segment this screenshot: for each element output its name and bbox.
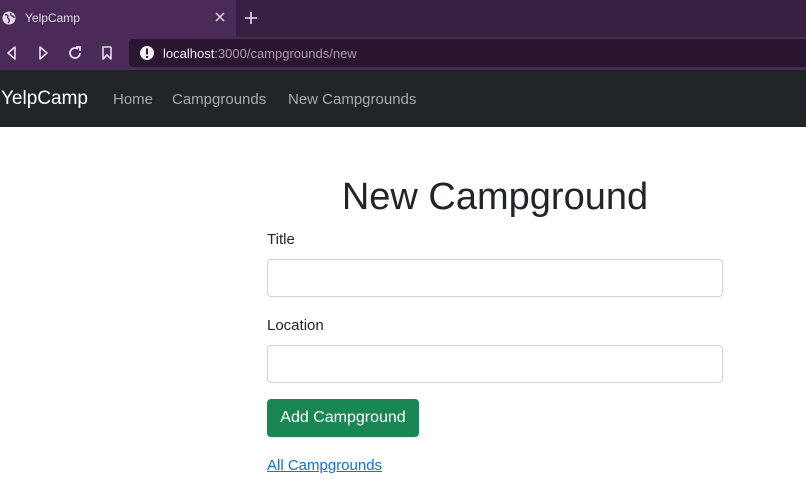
new-tab-icon[interactable] [244,11,258,25]
reload-icon[interactable] [67,45,83,61]
site-navbar: YelpCamp Home Campgrounds New Campground… [0,70,806,127]
nav-link-campgrounds[interactable]: Campgrounds [172,91,266,108]
location-label: Location [267,317,324,334]
browser-toolbar: localhost:3000/campgrounds/new [0,37,806,70]
info-icon[interactable] [139,45,155,61]
brand-logo[interactable]: YelpCamp [1,88,88,110]
url-text: localhost:3000/campgrounds/new [163,46,357,61]
nav-link-home[interactable]: Home [113,91,153,108]
all-campgrounds-link[interactable]: All Campgrounds [267,457,382,474]
page-title: New Campground [341,176,649,218]
address-bar[interactable]: localhost:3000/campgrounds/new [129,39,806,67]
back-icon[interactable] [4,45,20,61]
title-label: Title [267,231,295,248]
add-campground-button[interactable]: Add Campground [267,399,419,437]
title-field[interactable] [267,259,723,297]
tab-title: YelpCamp [25,11,80,25]
browser-tab[interactable]: YelpCamp [0,0,236,37]
forward-icon[interactable] [35,45,51,61]
nav-link-new-campgrounds[interactable]: New Campgrounds [288,91,416,108]
close-icon[interactable] [214,11,226,23]
globe-icon [2,11,16,25]
location-field[interactable] [267,345,723,383]
bookmark-icon[interactable] [99,45,115,61]
browser-tab-bar: YelpCamp [0,0,806,37]
